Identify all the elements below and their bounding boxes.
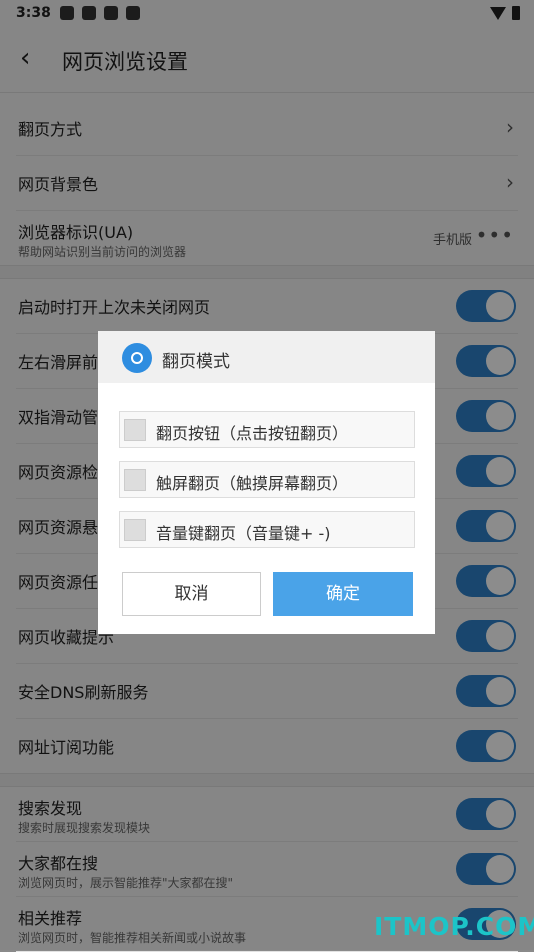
- option-volume-key[interactable]: 音量键翻页（音量键+ -): [119, 511, 415, 548]
- option-label: 音量键翻页（音量键+ -): [156, 524, 331, 543]
- watermark: ITMOP.COM: [374, 912, 534, 941]
- cancel-button[interactable]: 取消: [122, 572, 261, 616]
- option-page-button[interactable]: 翻页按钮（点击按钮翻页）: [119, 411, 415, 448]
- checkbox[interactable]: [124, 419, 146, 441]
- checkbox[interactable]: [124, 519, 146, 541]
- checkbox[interactable]: [124, 469, 146, 491]
- dialog-header: 翻页模式: [98, 331, 435, 383]
- option-label: 翻页按钮（点击按钮翻页）: [156, 424, 349, 443]
- option-touch-screen[interactable]: 触屏翻页（触摸屏幕翻页）: [119, 461, 415, 498]
- gear-icon: [122, 343, 152, 373]
- confirm-button[interactable]: 确定: [273, 572, 413, 616]
- option-label: 触屏翻页（触摸屏幕翻页）: [156, 474, 349, 493]
- page-turn-dialog: 翻页模式 翻页按钮（点击按钮翻页） 触屏翻页（触摸屏幕翻页） 音量键翻页（音量键…: [98, 331, 435, 634]
- dialog-title: 翻页模式: [162, 352, 230, 372]
